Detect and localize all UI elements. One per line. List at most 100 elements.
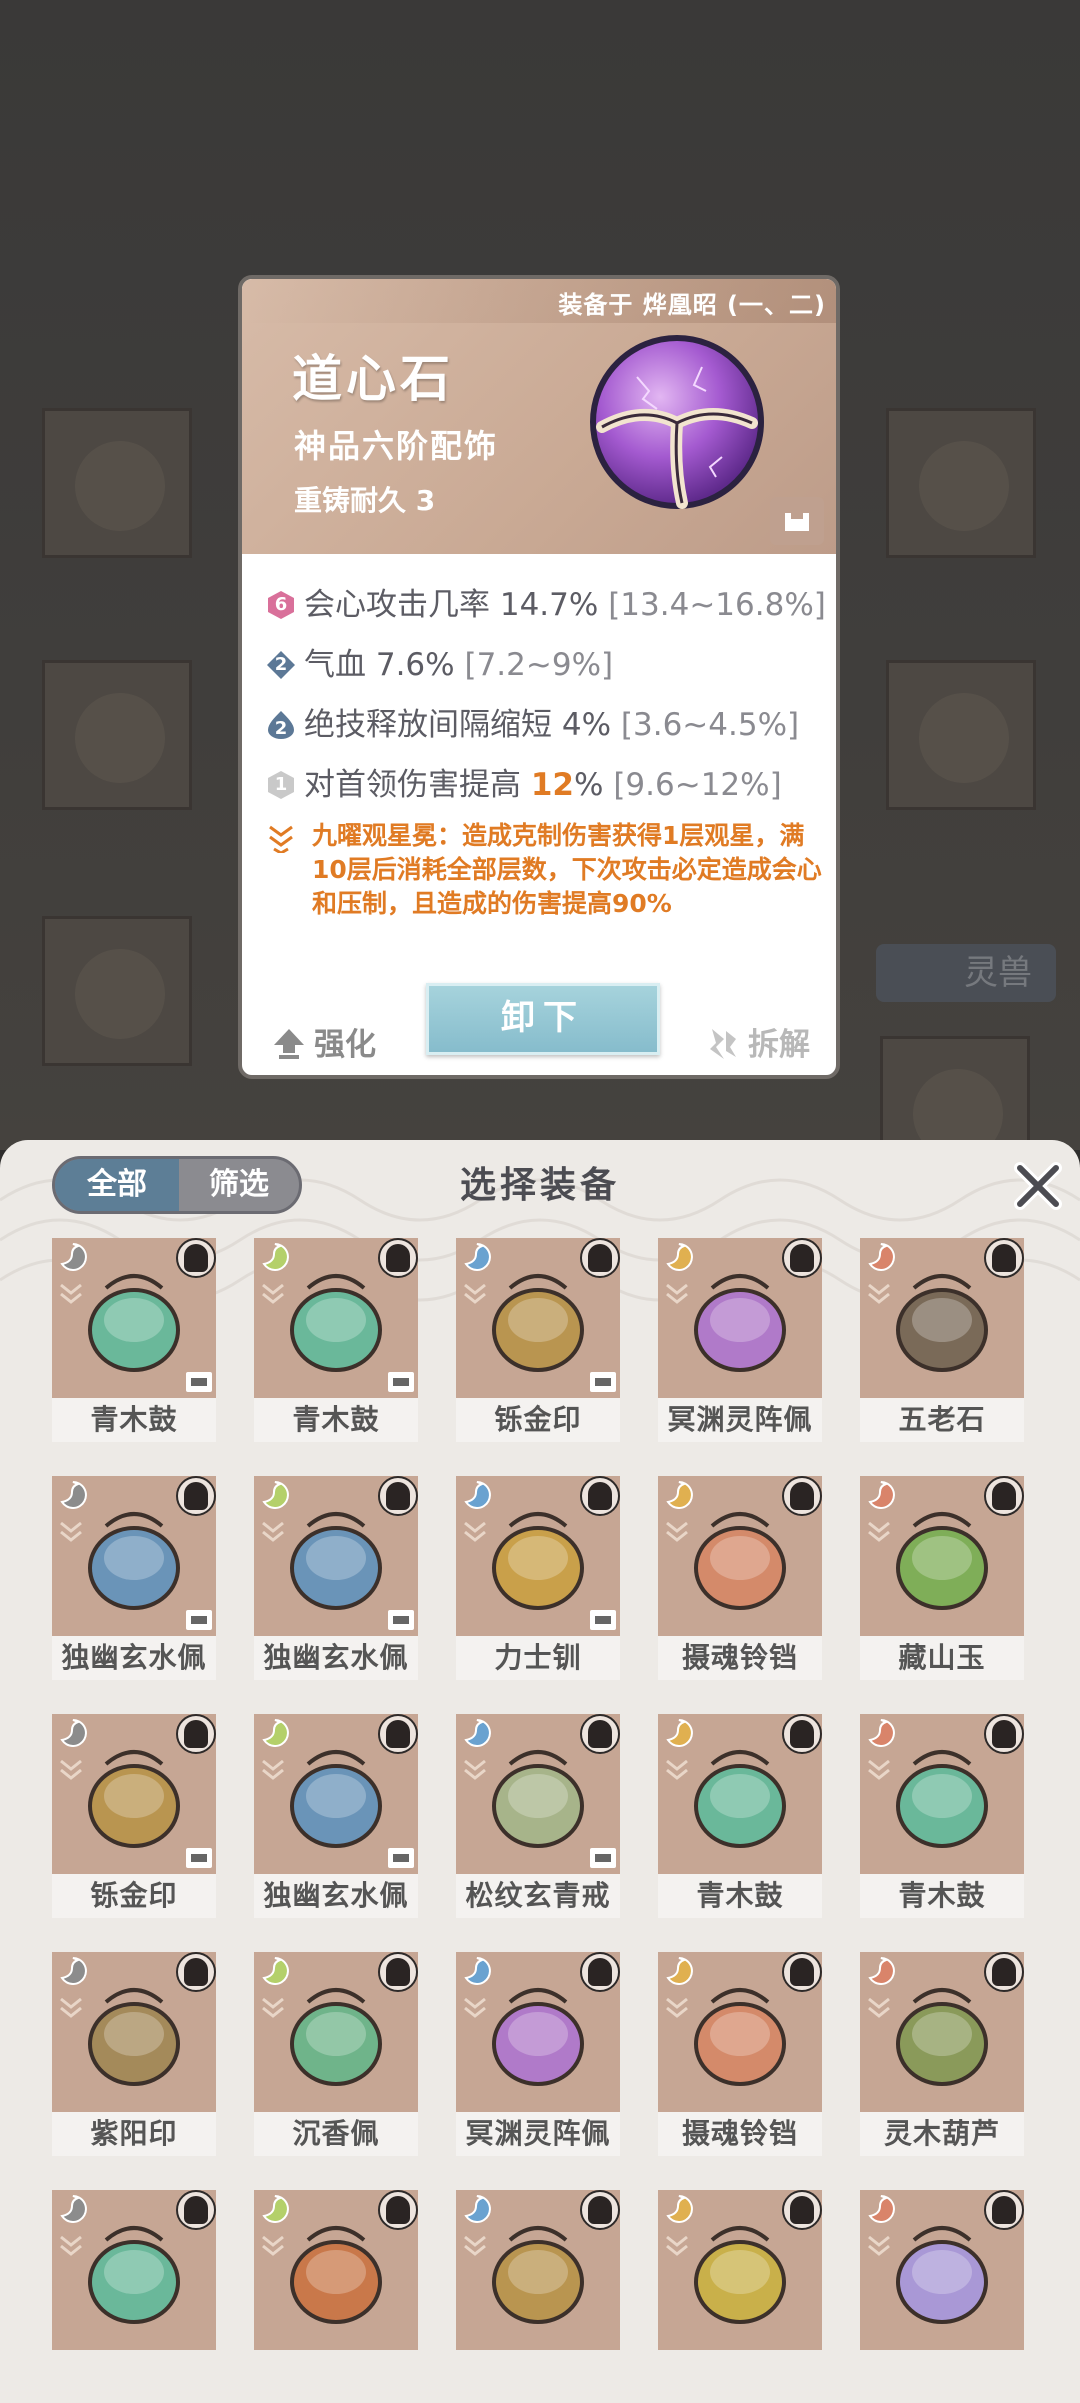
item-art: [52, 1714, 216, 1874]
dismantle-button[interactable]: 拆解: [706, 1019, 810, 1064]
jade-icon: [896, 1512, 988, 1610]
equipment-item[interactable]: 紫阳印: [52, 1952, 216, 2162]
item-name-label: 力士钏: [456, 1636, 620, 1680]
item-name-label: 铄金印: [456, 1398, 620, 1442]
dismantle-label: 拆解: [748, 1027, 810, 1063]
item-art: [658, 1952, 822, 2112]
lock-icon: [785, 513, 809, 531]
crystal-icon: [694, 2226, 786, 2324]
item-art: [52, 1952, 216, 2112]
item-art: [658, 1238, 822, 1398]
item-art: [456, 1238, 620, 1398]
jar-icon: [290, 1512, 382, 1610]
gourd-icon: [896, 2226, 988, 2324]
equipment-item[interactable]: 摄魂铃铛: [658, 1476, 822, 1686]
special-effect-text: 九曜观星冕：造成克制伤害获得1层观星，满10层后消耗全部层数，下次攻击必定造成会…: [312, 821, 822, 918]
item-name-label: 青木鼓: [52, 1398, 216, 1442]
bell-icon: [694, 1512, 786, 1610]
bg-equipment-slot: [42, 916, 192, 1066]
equipment-item[interactable]: 五老石: [860, 1238, 1024, 1448]
stat-boss-damage: 1 对首领伤害提高 12% [9.6~12%]: [266, 759, 782, 804]
item-art: [658, 1476, 822, 1636]
item-name-label: 青木鼓: [254, 1398, 418, 1442]
close-icon[interactable]: [1010, 1158, 1066, 1214]
drum-icon: [88, 2226, 180, 2324]
bg-pet-tab: 灵兽: [876, 944, 1056, 1002]
equipment-item[interactable]: 沉香佩: [254, 1952, 418, 2162]
stat-star-badge: 6: [266, 590, 296, 620]
item-art: [254, 1476, 418, 1636]
item-name-label: 冥渊灵阵佩: [456, 2112, 620, 2156]
stored-icon: [388, 1610, 414, 1630]
equipment-item[interactable]: 青木鼓: [860, 1714, 1024, 1924]
unequip-button[interactable]: 卸下: [426, 983, 660, 1055]
equipment-item[interactable]: 灵木葫芦: [860, 1952, 1024, 2162]
stat-star-badge: 1: [266, 770, 296, 800]
stat-range: [13.4~16.8%]: [608, 587, 826, 623]
drum-icon: [896, 1750, 988, 1848]
equipment-item[interactable]: 铄金印: [456, 1238, 620, 1448]
item-art: [52, 1476, 216, 1636]
equipment-select-panel: 全部 筛选 选择装备 青木鼓 青木鼓 铄金印 冥渊灵阵佩 五老石 独幽玄水佩 独幽玄水佩 力士…: [0, 1140, 1080, 2403]
item-name-label: 青木鼓: [860, 1874, 1024, 1918]
pendant-icon: [290, 1988, 382, 2086]
bg-equipment-slot: [886, 660, 1036, 810]
bracelet-icon: [492, 1512, 584, 1610]
item-name-label: 沉香佩: [254, 2112, 418, 2156]
item-name: 道心石: [292, 349, 454, 408]
item-name-label: 独幽玄水佩: [254, 1874, 418, 1918]
equipment-item[interactable]: 力士钏: [456, 1476, 620, 1686]
equipment-item[interactable]: 冥渊灵阵佩: [456, 1952, 620, 2162]
dismantle-icon: [710, 1029, 736, 1059]
stat-text: 会心攻击几率 14.7%: [304, 587, 599, 623]
equipment-item[interactable]: 青木鼓: [52, 1238, 216, 1448]
item-name-label: 摄魂铃铛: [658, 2112, 822, 2156]
lock-button[interactable]: [770, 497, 824, 545]
ring-icon: [492, 1750, 584, 1848]
item-art: [860, 2190, 1024, 2350]
item-durability: 重铸耐久 3: [294, 484, 436, 517]
orb-icon: [694, 1274, 786, 1372]
upgrade-button[interactable]: 强化: [272, 1019, 376, 1064]
bg-equipment-slot: [42, 408, 192, 558]
upgrade-arrow-icon: [274, 1029, 304, 1059]
jar-icon: [88, 1512, 180, 1610]
item-name-label: 松纹玄青戒: [456, 1874, 620, 1918]
drum-icon: [88, 1274, 180, 1372]
equipment-item[interactable]: 铄金印: [52, 1714, 216, 1924]
orb-icon: [492, 1988, 584, 2086]
equipment-item[interactable]: 冥渊灵阵佩: [658, 1238, 822, 1448]
stat-highlight: 12: [530, 767, 574, 803]
equipment-item[interactable]: [658, 2190, 822, 2400]
card-header: 装备于 烨凰昭 (一、二) 道心石 神品六阶配饰 重铸耐久 3: [242, 279, 836, 554]
equipped-by-label: 装备于 烨凰昭 (一、二): [558, 291, 826, 319]
equipment-item[interactable]: 青木鼓: [254, 1238, 418, 1448]
item-art: [254, 1952, 418, 2112]
item-name-label: 五老石: [860, 1398, 1024, 1442]
dao-heart-stone-icon: [590, 335, 764, 509]
special-effect: 九曜观星冕：造成克制伤害获得1层观星，满10层后消耗全部层数，下次攻击必定造成会…: [266, 819, 826, 921]
jar-icon: [290, 1750, 382, 1848]
equipment-item[interactable]: 摄魂铃铛: [658, 1952, 822, 2162]
equipment-item[interactable]: [456, 2190, 620, 2400]
equipment-detail-card: 装备于 烨凰昭 (一、二) 道心石 神品六阶配饰 重铸耐久 3 6 会心攻击几率…: [238, 275, 840, 1079]
equipment-item[interactable]: [254, 2190, 418, 2400]
equipment-item[interactable]: [860, 2190, 1024, 2400]
equipment-item[interactable]: [52, 2190, 216, 2400]
item-art: [456, 2190, 620, 2350]
item-grade: 神品六阶配饰: [294, 427, 499, 465]
upgrade-label: 强化: [314, 1027, 376, 1063]
equipment-item[interactable]: 独幽玄水佩: [52, 1476, 216, 1686]
item-art: [860, 1714, 1024, 1874]
equipment-item[interactable]: 青木鼓: [658, 1714, 822, 1924]
equipment-item[interactable]: 藏山玉: [860, 1476, 1024, 1686]
equipment-item[interactable]: 松纹玄青戒: [456, 1714, 620, 1924]
item-name-label: 藏山玉: [860, 1636, 1024, 1680]
equipment-item[interactable]: 独幽玄水佩: [254, 1714, 418, 1924]
item-art: [254, 2190, 418, 2350]
equipment-item[interactable]: 独幽玄水佩: [254, 1476, 418, 1686]
gourd-icon: [896, 1988, 988, 2086]
seal-icon: [492, 2226, 584, 2324]
stat-skill-cooldown: 2 绝技释放间隔缩短 4% [3.6~4.5%]: [266, 699, 799, 744]
item-name-label: 冥渊灵阵佩: [658, 1398, 822, 1442]
